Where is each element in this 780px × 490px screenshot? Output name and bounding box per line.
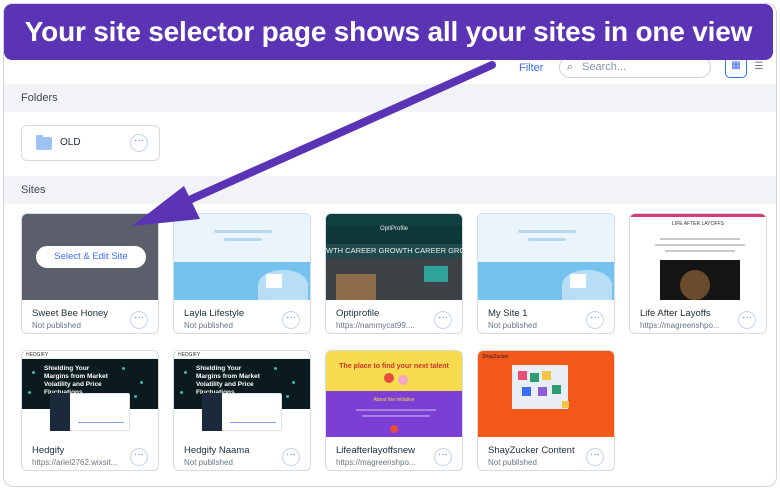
more-options-icon[interactable]: ··· (738, 311, 756, 329)
site-name: My Site 1 (488, 308, 528, 319)
site-thumbnail: The place to find your next talent About… (326, 351, 462, 437)
site-name: Lifeafterlayoffsnew (336, 445, 416, 456)
more-options-icon[interactable]: ··· (282, 448, 300, 466)
more-options-icon[interactable]: ··· (586, 448, 604, 466)
more-options-icon[interactable]: ··· (130, 448, 148, 466)
folder-card-old[interactable]: OLD ··· (21, 125, 160, 161)
sites-heading: Sites (4, 176, 776, 204)
site-card-lifeafterlayoffsnew[interactable]: The place to find your next talent About… (325, 350, 463, 471)
thumb-strip: WTH CAREER GROWTH CAREER GROWT (326, 244, 462, 258)
select-edit-site-button[interactable]: Select & Edit Site (36, 246, 146, 268)
more-options-icon[interactable]: ··· (130, 134, 148, 152)
thumb-logo: HEDGIFY (174, 351, 310, 359)
site-status: Not published (184, 321, 233, 330)
site-card-life-after-layoffs[interactable]: LIFE AFTER LAYOFFS Life After Layoffs ht… (629, 213, 767, 334)
site-thumbnail: ShayZucker (478, 351, 614, 437)
site-selector-page: Filter ⌕ Search... ▦ ☰ Folders OLD ··· S… (3, 3, 777, 487)
site-name: Optiprofile (336, 308, 380, 319)
thumb-logo: ShayZucker (482, 354, 509, 360)
thumb-logo: LIFE AFTER LAYOFFS (672, 221, 724, 227)
more-options-icon[interactable]: ··· (434, 448, 452, 466)
thumb-logo: HEDGIFY (22, 351, 158, 359)
more-options-icon[interactable]: ··· (282, 311, 300, 329)
site-name: ShayZucker Content (488, 445, 575, 456)
site-status: Not published (488, 321, 537, 330)
site-status: https://ariel2762.wixsit... (32, 458, 118, 467)
site-card-shayzucker-content[interactable]: ShayZucker ShayZucker Content Not publis… (477, 350, 615, 471)
more-options-icon[interactable]: ··· (130, 311, 148, 329)
site-thumbnail (174, 214, 310, 300)
site-thumbnail: HEDGIFY Shielding Your Margins from Mark… (22, 351, 158, 437)
site-card-my-site-1[interactable]: My Site 1 Not published ··· (477, 213, 615, 334)
annotation-banner: Your site selector page shows all your s… (4, 4, 773, 60)
thumb-logo: OptiProfile (379, 226, 408, 232)
site-card-hedgify-naama[interactable]: HEDGIFY Shielding Your Margins from Mark… (173, 350, 311, 471)
site-status: Not published (184, 458, 233, 467)
site-thumbnail: LIFE AFTER LAYOFFS (630, 214, 766, 300)
search-placeholder: Search... (582, 61, 627, 73)
site-name: Hedgify (32, 445, 65, 456)
folder-name: OLD (60, 137, 81, 148)
more-options-icon[interactable]: ··· (434, 311, 452, 329)
site-status: https://nammycat99.... (336, 321, 415, 330)
filter-button[interactable]: Filter (509, 58, 553, 78)
site-thumbnail (478, 214, 614, 300)
site-card-layla-lifestyle[interactable]: Layla Lifestyle Not published ··· (173, 213, 311, 334)
folders-heading: Folders (4, 84, 776, 112)
site-status: https://magreenshpo... (640, 321, 720, 330)
folder-icon (36, 135, 52, 150)
site-name: Hedgify Naama (184, 445, 250, 456)
thumb-subheading: About the initiative (373, 397, 415, 403)
thumb-headline: The place to find your next talent (339, 363, 449, 370)
search-icon: ⌕ (567, 61, 574, 73)
site-name: Sweet Bee Honey (32, 308, 109, 319)
site-thumbnail: Select & Edit Site (22, 214, 158, 300)
site-card-optiprofile[interactable]: OptiProfile WTH CAREER GROWTH CAREER GRO… (325, 213, 463, 334)
more-options-icon[interactable]: ··· (586, 311, 604, 329)
site-card-sweet-bee-honey[interactable]: Select & Edit Site Sweet Bee Honey Not p… (21, 213, 159, 334)
site-status: Not published (488, 458, 537, 467)
site-status: Not published (32, 321, 81, 330)
site-thumbnail: OptiProfile WTH CAREER GROWTH CAREER GRO… (326, 214, 462, 300)
site-status: https://magreenshpo... (336, 458, 416, 467)
site-name: Life After Layoffs (640, 308, 711, 319)
site-thumbnail: HEDGIFY Shielding Your Margins from Mark… (174, 351, 310, 437)
site-card-hedgify[interactable]: HEDGIFY Shielding Your Margins from Mark… (21, 350, 159, 471)
site-name: Layla Lifestyle (184, 308, 245, 319)
